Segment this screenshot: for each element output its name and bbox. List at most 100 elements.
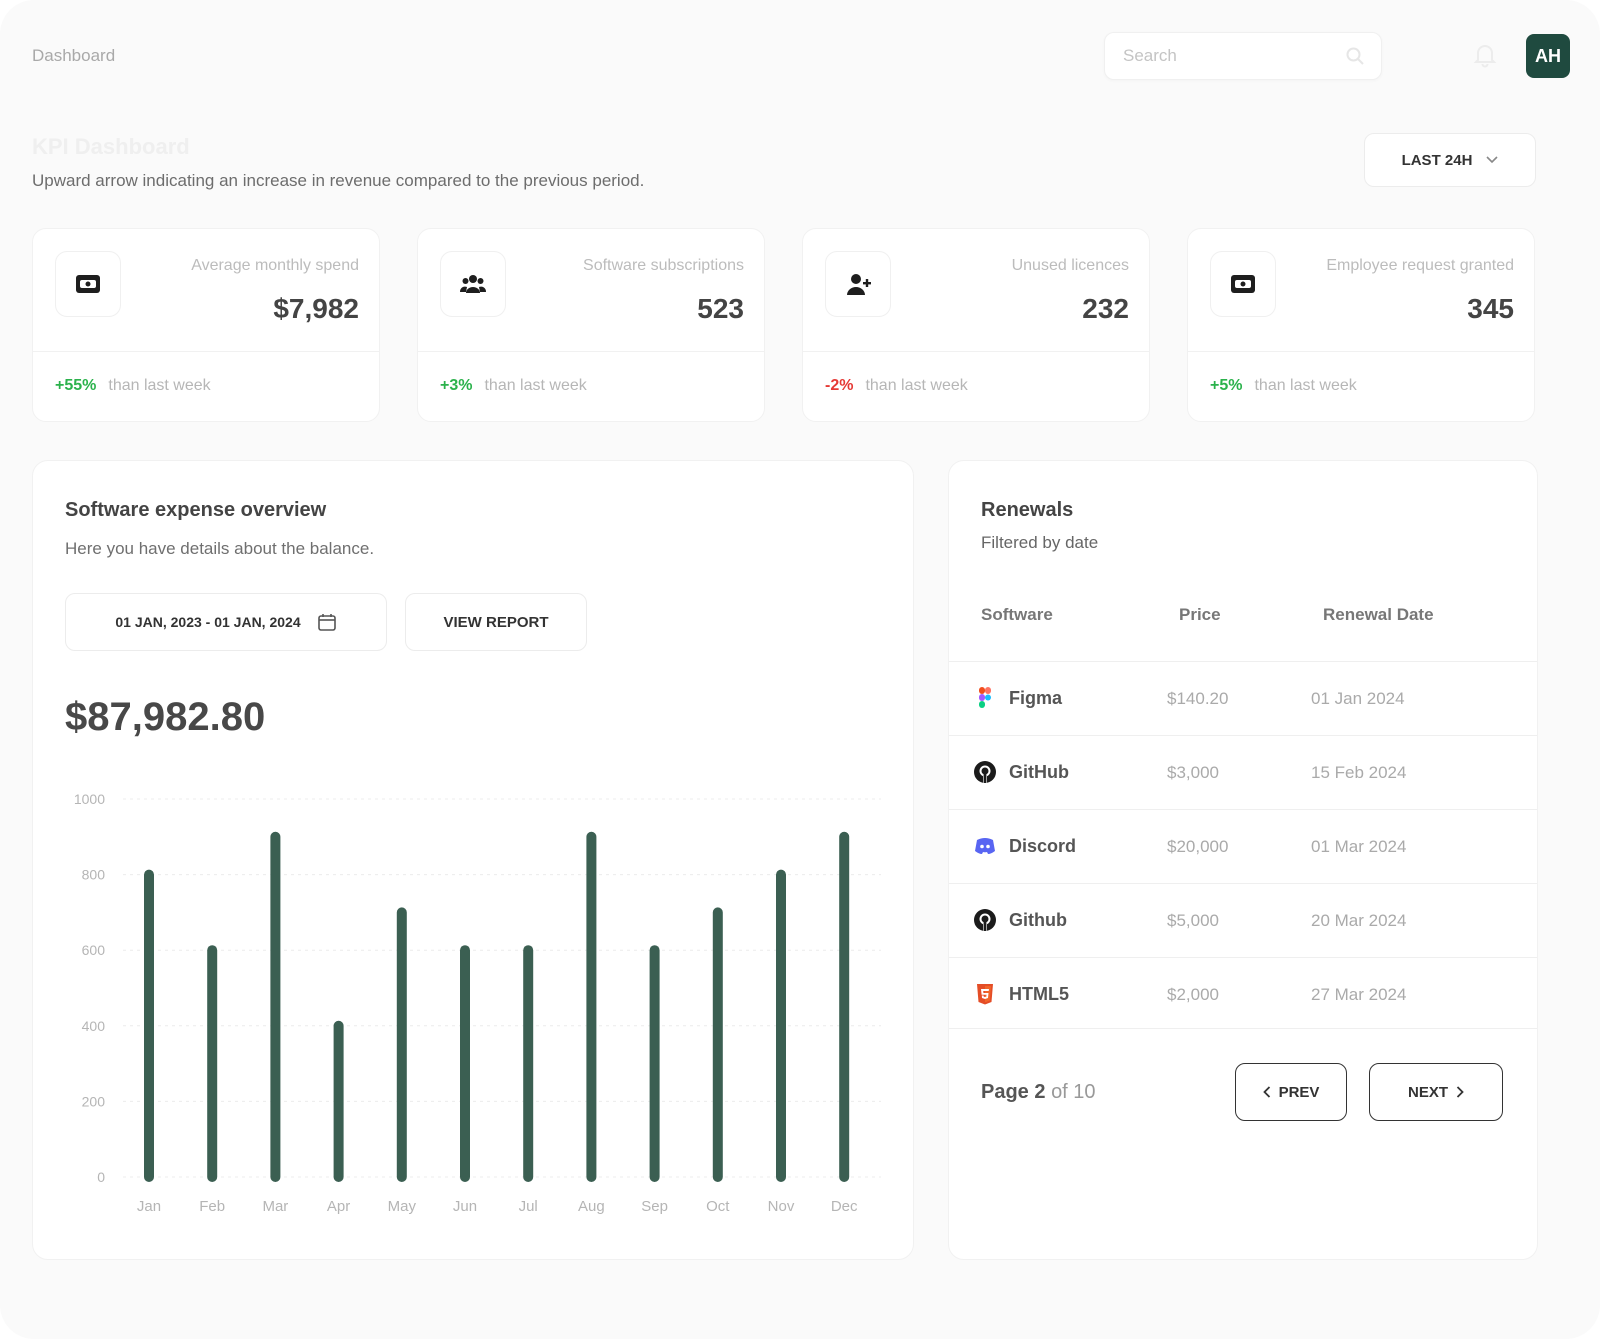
table-row[interactable]: Github $5,000 20 Mar 2024 xyxy=(949,883,1537,958)
table-row[interactable]: Discord $20,000 01 Mar 2024 xyxy=(949,809,1537,884)
page-title: KPI Dashboard xyxy=(32,134,190,159)
renewal-date: 27 Mar 2024 xyxy=(1311,985,1407,1004)
x-tick-label: Jul xyxy=(519,1198,538,1215)
kpi-note: than last week xyxy=(865,377,968,394)
users-icon xyxy=(440,251,506,317)
kpi-delta: +3% xyxy=(440,377,473,394)
kpi-delta: +55% xyxy=(55,377,97,394)
x-tick-label: Feb xyxy=(199,1198,225,1215)
expense-bar-chart: 1000 800 600 400 200 0 Jan Feb Mar Apr May Jun Jul Au… xyxy=(74,791,881,1215)
page-indicator: Page 2 of 10 xyxy=(981,1081,1096,1104)
software-name: Discord xyxy=(1009,836,1077,856)
divider xyxy=(418,351,764,352)
date-range-label: 01 JAN, 2023 - 01 JAN, 2024 xyxy=(115,614,301,630)
x-tick-label: Nov xyxy=(768,1198,795,1215)
y-tick-label: 0 xyxy=(97,1169,105,1185)
x-tick-label: Mar xyxy=(262,1198,288,1215)
page-total: of 10 xyxy=(1051,1081,1096,1103)
view-report-button[interactable]: VIEW REPORT xyxy=(405,593,587,651)
x-tick-label: Jun xyxy=(453,1198,477,1215)
renewal-date: 20 Mar 2024 xyxy=(1311,911,1407,930)
x-tick-label: Oct xyxy=(706,1198,730,1215)
y-tick-label: 600 xyxy=(82,942,106,958)
kpi-footer: -2% than last week xyxy=(825,377,968,395)
x-tick-label: Jan xyxy=(137,1198,161,1215)
software-name: HTML5 xyxy=(1009,984,1069,1004)
renewals-card: Renewals Filtered by date Software Price… xyxy=(948,460,1538,1260)
chevron-down-icon xyxy=(1486,156,1498,164)
kpi-footer: +5% than last week xyxy=(1210,377,1357,395)
breadcrumb[interactable]: Dashboard xyxy=(32,46,115,66)
calendar-icon xyxy=(317,614,336,631)
github-icon xyxy=(974,761,996,783)
x-tick-label: Apr xyxy=(327,1198,350,1215)
kpi-value: 232 xyxy=(1082,293,1129,324)
x-tick-label: May xyxy=(388,1198,417,1215)
kpi-card-average-monthly-spend: Average monthly spend $7,982 +55% than la… xyxy=(32,228,380,422)
kpi-label: Software subscriptions xyxy=(583,257,744,274)
user-add-icon xyxy=(825,251,891,317)
kpi-footer: +3% than last week xyxy=(440,377,587,395)
wallet-icon xyxy=(1210,251,1276,317)
software-name: Github xyxy=(1009,910,1067,930)
next-page-button[interactable]: NEXT xyxy=(1369,1063,1503,1121)
kpi-note: than last week xyxy=(484,377,587,394)
kpi-card-unused-licences: Unused licences 232 -2% than last week xyxy=(802,228,1150,422)
chevron-left-icon xyxy=(1262,1086,1270,1098)
chevron-right-icon xyxy=(1456,1086,1464,1098)
kpi-value: 345 xyxy=(1467,293,1514,324)
renewal-date: 01 Mar 2024 xyxy=(1311,837,1407,856)
figma-icon xyxy=(979,687,991,708)
search-icon[interactable] xyxy=(1345,46,1365,66)
kpi-label: Unused licences xyxy=(1011,257,1129,274)
software-price: $140.20 xyxy=(1167,689,1229,708)
kpi-delta: +5% xyxy=(1210,377,1243,394)
search-input[interactable] xyxy=(1121,43,1325,69)
top-bar: Dashboard AH xyxy=(32,30,1570,82)
page-prefix: Page xyxy=(981,1081,1029,1103)
column-header-software[interactable]: Software xyxy=(981,605,1053,625)
divider xyxy=(949,1028,1537,1029)
software-price: $2,000 xyxy=(1167,985,1219,1004)
renewal-date: 01 Jan 2024 xyxy=(1311,689,1405,708)
renewals-title: Renewals xyxy=(981,499,1074,521)
expense-subtitle: Here you have details about the balance. xyxy=(65,539,375,558)
kpi-note: than last week xyxy=(1254,377,1357,394)
bell-icon[interactable] xyxy=(1472,42,1498,68)
y-tick-label: 400 xyxy=(82,1018,106,1034)
divider xyxy=(33,351,379,352)
date-range-picker[interactable]: 01 JAN, 2023 - 01 JAN, 2024 xyxy=(65,593,387,651)
prev-page-button[interactable]: PREV xyxy=(1235,1063,1347,1121)
software-name: GitHub xyxy=(1009,762,1069,782)
table-row[interactable]: GitHub $3,000 15 Feb 2024 xyxy=(949,735,1537,810)
y-tick-label: 800 xyxy=(82,867,106,883)
renewal-date: 15 Feb 2024 xyxy=(1311,763,1407,782)
column-header-price[interactable]: Price xyxy=(1179,605,1221,625)
software-name: Figma xyxy=(1009,688,1063,708)
kpi-card-employee-request-granted: Employee request granted 345 +5% than las… xyxy=(1187,228,1535,422)
kpi-footer: +55% than last week xyxy=(55,377,211,395)
avatar[interactable]: AH xyxy=(1526,34,1570,78)
time-range-label: LAST 24H xyxy=(1401,151,1473,169)
divider xyxy=(803,351,1149,352)
divider xyxy=(1188,351,1534,352)
x-tick-label: Aug xyxy=(578,1198,605,1215)
kpi-label: Average monthly spend xyxy=(191,257,359,274)
table-row[interactable]: Figma $140.20 01 Jan 2024 xyxy=(949,661,1537,736)
time-range-dropdown[interactable]: LAST 24H xyxy=(1364,133,1536,187)
software-price: $3,000 xyxy=(1167,763,1219,782)
x-tick-label: Sep xyxy=(641,1198,668,1215)
next-label: NEXT xyxy=(1407,1083,1448,1101)
y-tick-label: 200 xyxy=(82,1093,106,1109)
software-price: $20,000 xyxy=(1167,837,1229,856)
search-box[interactable] xyxy=(1104,32,1382,80)
kpi-value: $7,982 xyxy=(273,293,359,324)
kpi-card-software-subscriptions: Software subscriptions 523 +3% than last … xyxy=(417,228,765,422)
table-row[interactable]: HTML5 $2,000 27 Mar 2024 xyxy=(949,957,1537,1032)
expense-title: Software expense overview xyxy=(65,499,327,521)
page-subtitle: Upward arrow indicating an increase in r… xyxy=(32,171,645,190)
wallet-icon xyxy=(55,251,121,317)
column-header-renewal-date[interactable]: Renewal Date xyxy=(1323,605,1434,625)
discord-icon xyxy=(975,838,995,854)
kpi-note: than last week xyxy=(108,377,211,394)
